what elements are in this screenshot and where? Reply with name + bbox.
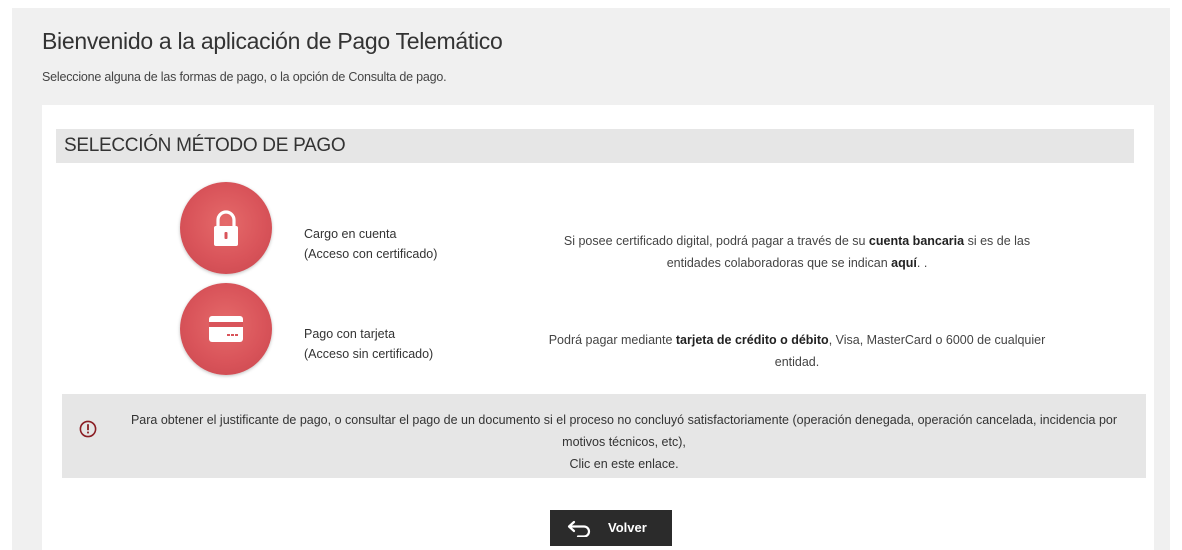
- notice-text-block: Para obtener el justificante de pago, o …: [108, 409, 1140, 475]
- cargo-en-cuenta-description: Si posee certificado digital, podrá paga…: [563, 234, 1031, 270]
- cargo-en-cuenta-button[interactable]: [180, 182, 272, 274]
- notice-message: Para obtener el justificante de pago, o …: [130, 413, 1118, 449]
- pago-con-tarjeta-subtitle: (Acceso sin certificado): [304, 347, 434, 361]
- cargo-en-cuenta-title: Cargo en cuenta: [304, 227, 397, 241]
- page-frame: Bienvenido a la aplicación de Pago Telem…: [12, 8, 1170, 550]
- payment-method-panel: SELECCIÓN MÉTODO DE PAGO Cargo en cuenta…: [42, 105, 1154, 550]
- pago-con-tarjeta-description: Podrá pagar mediante tarjeta de crédito …: [548, 333, 1046, 369]
- pago-con-tarjeta-title: Pago con tarjeta: [304, 327, 396, 341]
- volver-label: Volver: [608, 520, 647, 535]
- pago-con-tarjeta-label[interactable]: Pago con tarjeta (Acceso sin certificado…: [304, 324, 433, 364]
- back-arrow-icon: [567, 520, 591, 537]
- lock-icon: [214, 210, 238, 246]
- tarjeta-emphasis: tarjeta de crédito o débito: [675, 333, 829, 347]
- credit-card-icon: [209, 316, 243, 342]
- cargo-en-cuenta-subtitle: (Acceso con certificado): [304, 247, 438, 261]
- section-header: SELECCIÓN MÉTODO DE PAGO: [56, 129, 1134, 163]
- cuenta-bancaria-emphasis: cuenta bancaria: [868, 234, 965, 248]
- exclamation-circle-icon: [79, 420, 97, 438]
- entidades-colaboradoras-link[interactable]: aquí: [891, 256, 917, 270]
- page-title: Bienvenido a la aplicación de Pago Telem…: [42, 28, 503, 54]
- volver-button[interactable]: Volver: [550, 510, 672, 546]
- cargo-en-cuenta-label[interactable]: Cargo en cuenta (Acceso con certificado): [304, 224, 437, 264]
- page-subtitle: Seleccione alguna de las formas de pago,…: [42, 70, 447, 84]
- consulta-pago-notice: Para obtener el justificante de pago, o …: [62, 394, 1146, 478]
- consulta-pago-link[interactable]: Clic en este enlace.: [108, 453, 1140, 475]
- pago-con-tarjeta-button[interactable]: [180, 283, 272, 375]
